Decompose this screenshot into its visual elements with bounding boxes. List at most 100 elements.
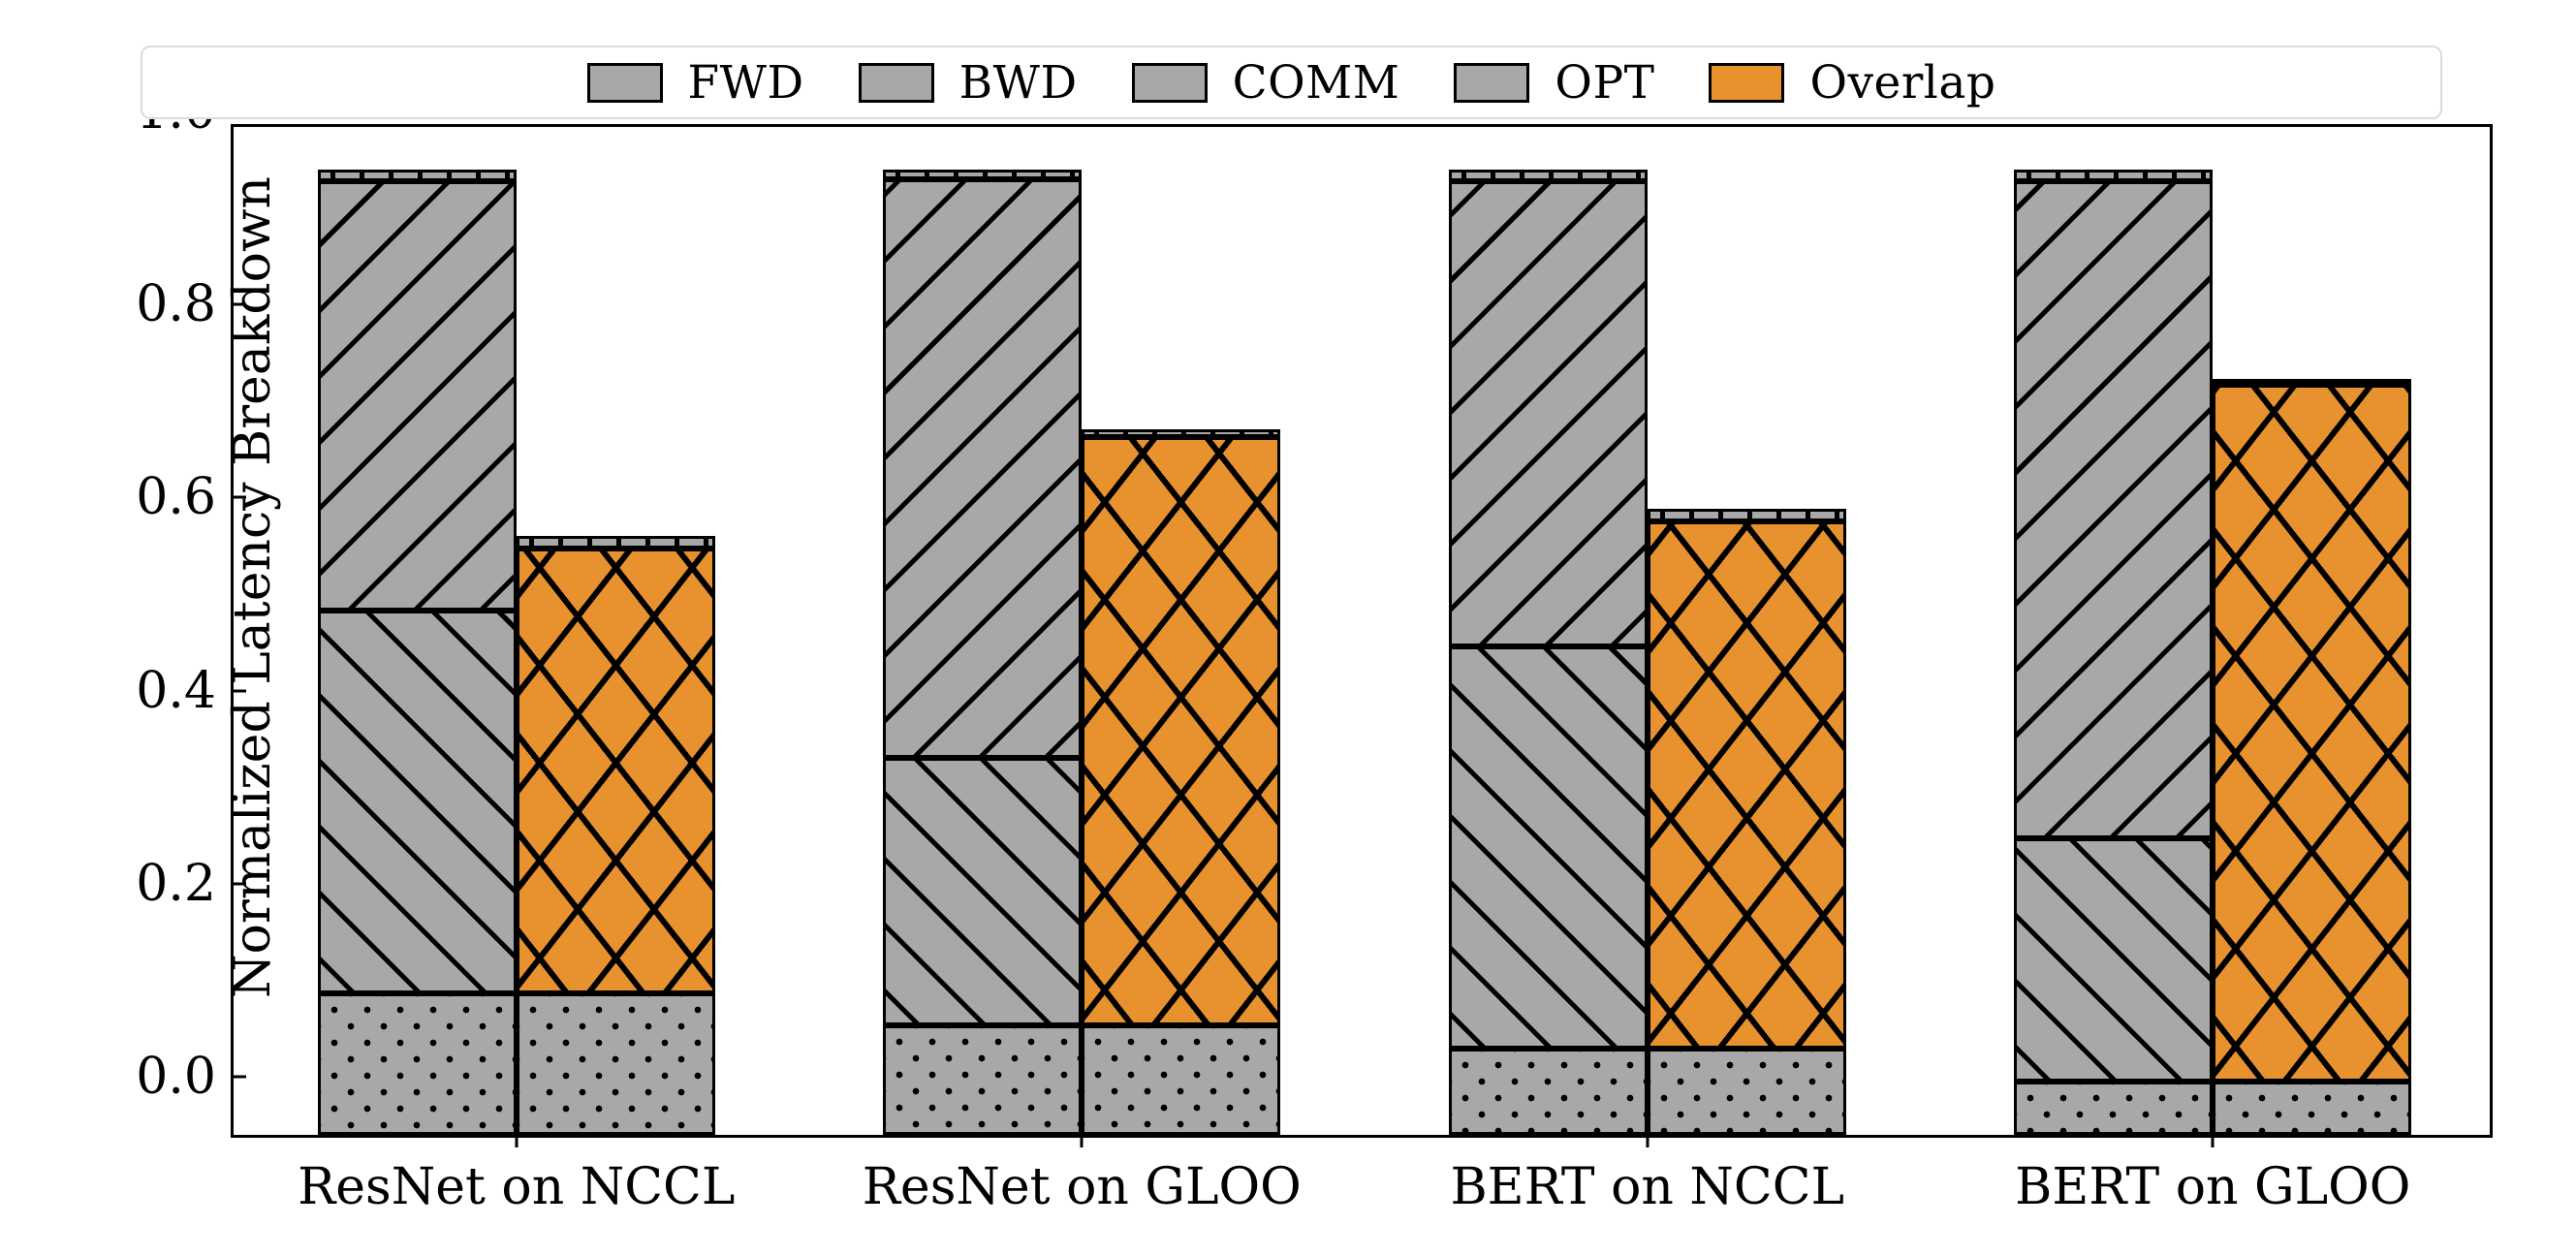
bar-segment-opt xyxy=(1647,509,1846,522)
segment-hatch-back-slash xyxy=(320,183,514,609)
segment-hatch-dots xyxy=(1084,1028,1278,1133)
bar-segment-fwd xyxy=(1647,1049,1846,1135)
segment-hatch-dots xyxy=(1451,1052,1645,1133)
segment-hatch-vertical-bars xyxy=(1451,172,1645,178)
segment-hatch-vertical-bars xyxy=(518,539,712,547)
legend-label-fwd: FWD xyxy=(687,55,804,110)
segment-hatch-vertical-bars xyxy=(2213,379,2411,385)
bar-segment-fwd xyxy=(1082,1025,1281,1135)
segment-hatch-vertical-bars xyxy=(320,172,514,178)
bar-segment-overlap xyxy=(1082,436,1281,1026)
legend-swatch-overlap xyxy=(1709,62,1785,103)
segment-hatch-cross-hatch xyxy=(1649,524,1843,1047)
bar-segment-opt xyxy=(2213,378,2412,385)
bar-segment-opt xyxy=(1448,169,1648,181)
plot-area xyxy=(234,127,2490,1135)
bar-segment-bwd xyxy=(2014,838,2214,1083)
segment-hatch-cross-hatch xyxy=(518,551,712,990)
bar-optimized-3 xyxy=(2213,121,2412,1135)
legend-swatch-opt xyxy=(1454,62,1530,103)
legend-label-opt: OPT xyxy=(1555,55,1655,110)
x-tick-label-1: ResNet on GLOO xyxy=(862,1158,1302,1216)
segment-hatch-dots xyxy=(1649,1052,1843,1133)
chart-legend: FWD BWD COMM OPT Overlap xyxy=(141,46,2442,119)
legend-label-comm: COMM xyxy=(1232,55,1400,110)
segment-hatch-forward-slash xyxy=(320,613,514,990)
x-tick-mark xyxy=(1646,1135,1649,1147)
bar-baseline-3 xyxy=(2014,121,2214,1135)
legend-swatch-comm xyxy=(1131,62,1208,103)
bar-segment-bwd xyxy=(883,757,1083,1026)
segment-hatch-forward-slash xyxy=(1451,648,1645,1047)
y-tick-0.6: 0.6 xyxy=(136,468,246,527)
bar-segment-opt xyxy=(516,536,715,550)
bar-segment-fwd xyxy=(883,1025,1083,1135)
bar-segment-fwd xyxy=(317,992,517,1135)
y-tick-0.8: 0.8 xyxy=(136,275,246,334)
bar-segment-comm xyxy=(883,178,1083,758)
legend-entry-overlap: Overlap xyxy=(1709,47,1995,117)
bar-segment-bwd xyxy=(1448,645,1648,1050)
bar-segment-opt xyxy=(883,169,1083,179)
y-tick-0.4: 0.4 xyxy=(136,661,246,720)
segment-hatch-dots xyxy=(320,995,514,1132)
x-tick-label-2: BERT on NCCL xyxy=(1450,1158,1845,1216)
x-tick-mark xyxy=(1080,1135,1084,1147)
segment-hatch-dots xyxy=(518,995,712,1132)
segment-hatch-cross-hatch xyxy=(1084,439,1278,1023)
bar-segment-overlap xyxy=(516,549,715,993)
segment-fill xyxy=(2213,379,2411,385)
x-tick-label-0: ResNet on NCCL xyxy=(298,1158,736,1216)
bar-segment-opt xyxy=(317,169,517,181)
segment-hatch-dots xyxy=(886,1028,1080,1133)
bar-segment-fwd xyxy=(2014,1082,2214,1135)
bar-segment-comm xyxy=(317,180,517,612)
plot-axes: Normalized Latency Breakdown 0.0 0.2 0.4 0.… xyxy=(136,82,2493,1216)
y-tick-label: 0.8 xyxy=(136,275,216,334)
legend-label-bwd: BWD xyxy=(958,55,1078,110)
x-tick-mark xyxy=(2211,1135,2215,1147)
segment-hatch-back-slash xyxy=(1451,183,1645,644)
figure-root: FWD BWD COMM OPT Overlap Normalized Late… xyxy=(0,0,2576,1256)
y-tick-0.2: 0.2 xyxy=(136,854,246,913)
y-tick-label: 0.2 xyxy=(136,854,216,913)
bar-segment-opt xyxy=(2014,169,2214,181)
bar-baseline-1 xyxy=(883,121,1083,1135)
x-tick-label-3: BERT on GLOO xyxy=(2015,1158,2411,1216)
segment-hatch-forward-slash xyxy=(886,760,1080,1023)
legend-swatch-bwd xyxy=(858,62,934,103)
segment-hatch-vertical-bars xyxy=(886,172,1080,176)
legend-swatch-fwd xyxy=(586,62,663,103)
bar-segment-fwd xyxy=(516,992,715,1135)
y-tick-label: 0.4 xyxy=(136,661,216,720)
y-tick-label: 0.6 xyxy=(136,468,216,527)
bar-segment-overlap xyxy=(1647,521,1846,1050)
legend-entry-fwd: FWD xyxy=(586,47,859,117)
segment-hatch-back-slash xyxy=(886,181,1080,755)
bar-optimized-2 xyxy=(1647,121,1846,1135)
bar-segment-fwd xyxy=(2213,1082,2412,1135)
segment-hatch-forward-slash xyxy=(2017,841,2211,1080)
bar-baseline-0 xyxy=(317,121,517,1135)
segment-hatch-vertical-bars xyxy=(1084,431,1278,434)
y-tick-label: 0.0 xyxy=(136,1048,216,1106)
segment-hatch-back-slash xyxy=(2017,183,2211,836)
legend-label-overlap: Overlap xyxy=(1809,55,1996,110)
segment-hatch-cross-hatch xyxy=(2215,387,2409,1080)
segment-hatch-vertical-bars xyxy=(2017,172,2211,178)
segment-hatch-dots xyxy=(2215,1084,2409,1133)
bar-segment-bwd xyxy=(317,611,517,993)
bar-optimized-0 xyxy=(516,121,715,1135)
bar-segment-opt xyxy=(1082,428,1281,437)
y-tick-0.0: 0.0 xyxy=(136,1048,246,1106)
bar-baseline-2 xyxy=(1448,121,1648,1135)
bar-segment-overlap xyxy=(2213,384,2412,1083)
bar-segment-comm xyxy=(2014,180,2214,839)
bar-segment-comm xyxy=(1448,180,1648,646)
segment-hatch-dots xyxy=(2017,1084,2211,1133)
bar-optimized-1 xyxy=(1082,121,1281,1135)
x-tick-mark xyxy=(515,1135,518,1147)
legend-entry-comm: COMM xyxy=(1131,47,1455,117)
segment-hatch-vertical-bars xyxy=(1649,512,1843,519)
legend-entry-bwd: BWD xyxy=(858,47,1132,117)
